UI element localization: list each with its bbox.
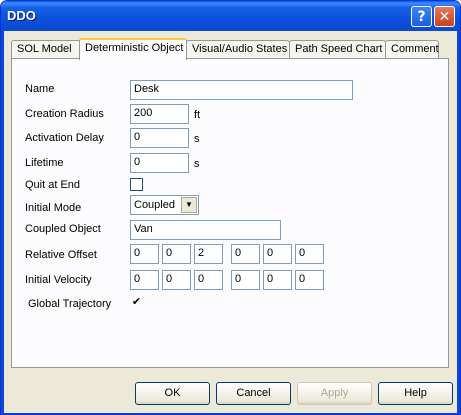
global-trajectory-label: Global Trajectory	[28, 298, 112, 310]
initial-mode-value: Coupled	[134, 199, 175, 211]
activation-delay-unit: s	[194, 133, 200, 145]
relative-offset-z-field[interactable]: 2	[194, 244, 223, 264]
quit-at-end-checkbox[interactable]	[130, 178, 143, 191]
coupled-object-label: Coupled Object	[25, 223, 101, 235]
relative-offset-p-field[interactable]: 0	[263, 244, 292, 264]
chevron-down-icon[interactable]: ▼	[181, 197, 197, 213]
title-bar[interactable]: DDO ? ✕	[1, 1, 460, 31]
close-button[interactable]: ✕	[434, 6, 455, 27]
window-frame-left	[1, 31, 4, 414]
cancel-button[interactable]: Cancel	[216, 382, 291, 405]
tab-visual-audio-states[interactable]: Visual/Audio States	[186, 40, 290, 59]
apply-button[interactable]: Apply	[297, 382, 372, 405]
relative-offset-y-field[interactable]: 0	[162, 244, 191, 264]
initial-velocity-r-field[interactable]: 0	[295, 270, 324, 290]
creation-radius-field[interactable]: 200	[130, 104, 189, 124]
coupled-object-field[interactable]: Van	[130, 220, 281, 240]
tab-comment[interactable]: Comment	[385, 40, 439, 59]
help-button[interactable]: Help	[378, 382, 453, 405]
relative-offset-r-field[interactable]: 0	[295, 244, 324, 264]
activation-delay-label: Activation Delay	[25, 132, 104, 144]
name-label: Name	[25, 83, 55, 95]
name-field[interactable]: Desk	[130, 80, 353, 100]
initial-velocity-x-field[interactable]: 0	[130, 270, 159, 290]
initial-velocity-p-field[interactable]: 0	[263, 270, 292, 290]
help-title-button[interactable]: ?	[411, 6, 432, 27]
relative-offset-x-field[interactable]: 0	[130, 244, 159, 264]
dialog-window: DDO ? ✕ SOL Model Deterministic Object V…	[0, 0, 461, 415]
window-frame-right	[457, 31, 460, 414]
checkmark-icon: ✔	[131, 296, 142, 308]
initial-mode-select[interactable]: Coupled ▼	[130, 195, 199, 215]
relative-offset-label: Relative Offset	[25, 249, 97, 261]
lifetime-label: Lifetime	[25, 157, 64, 169]
initial-velocity-y-field[interactable]: 0	[162, 270, 191, 290]
tab-sol-model[interactable]: SOL Model	[11, 40, 81, 59]
window-title: DDO	[7, 8, 36, 23]
initial-velocity-z-field[interactable]: 0	[194, 270, 223, 290]
ok-button[interactable]: OK	[135, 382, 210, 405]
creation-radius-unit: ft	[194, 109, 201, 121]
tab-deterministic-object[interactable]: Deterministic Object	[79, 38, 187, 60]
creation-radius-label: Creation Radius	[25, 108, 104, 120]
lifetime-field[interactable]: 0	[130, 153, 189, 173]
quit-at-end-label: Quit at End	[25, 179, 81, 191]
tab-path-speed-chart[interactable]: Path Speed Chart	[289, 40, 386, 59]
relative-offset-h-field[interactable]: 0	[231, 244, 260, 264]
lifetime-unit: s	[194, 158, 200, 170]
activation-delay-field[interactable]: 0	[130, 128, 189, 148]
initial-mode-label: Initial Mode	[25, 202, 82, 214]
close-icon: ✕	[438, 8, 451, 25]
initial-velocity-label: Initial Velocity	[25, 274, 92, 286]
global-trajectory-checkbox[interactable]: ✔	[130, 297, 143, 310]
initial-velocity-h-field[interactable]: 0	[231, 270, 260, 290]
question-icon: ?	[417, 8, 426, 25]
